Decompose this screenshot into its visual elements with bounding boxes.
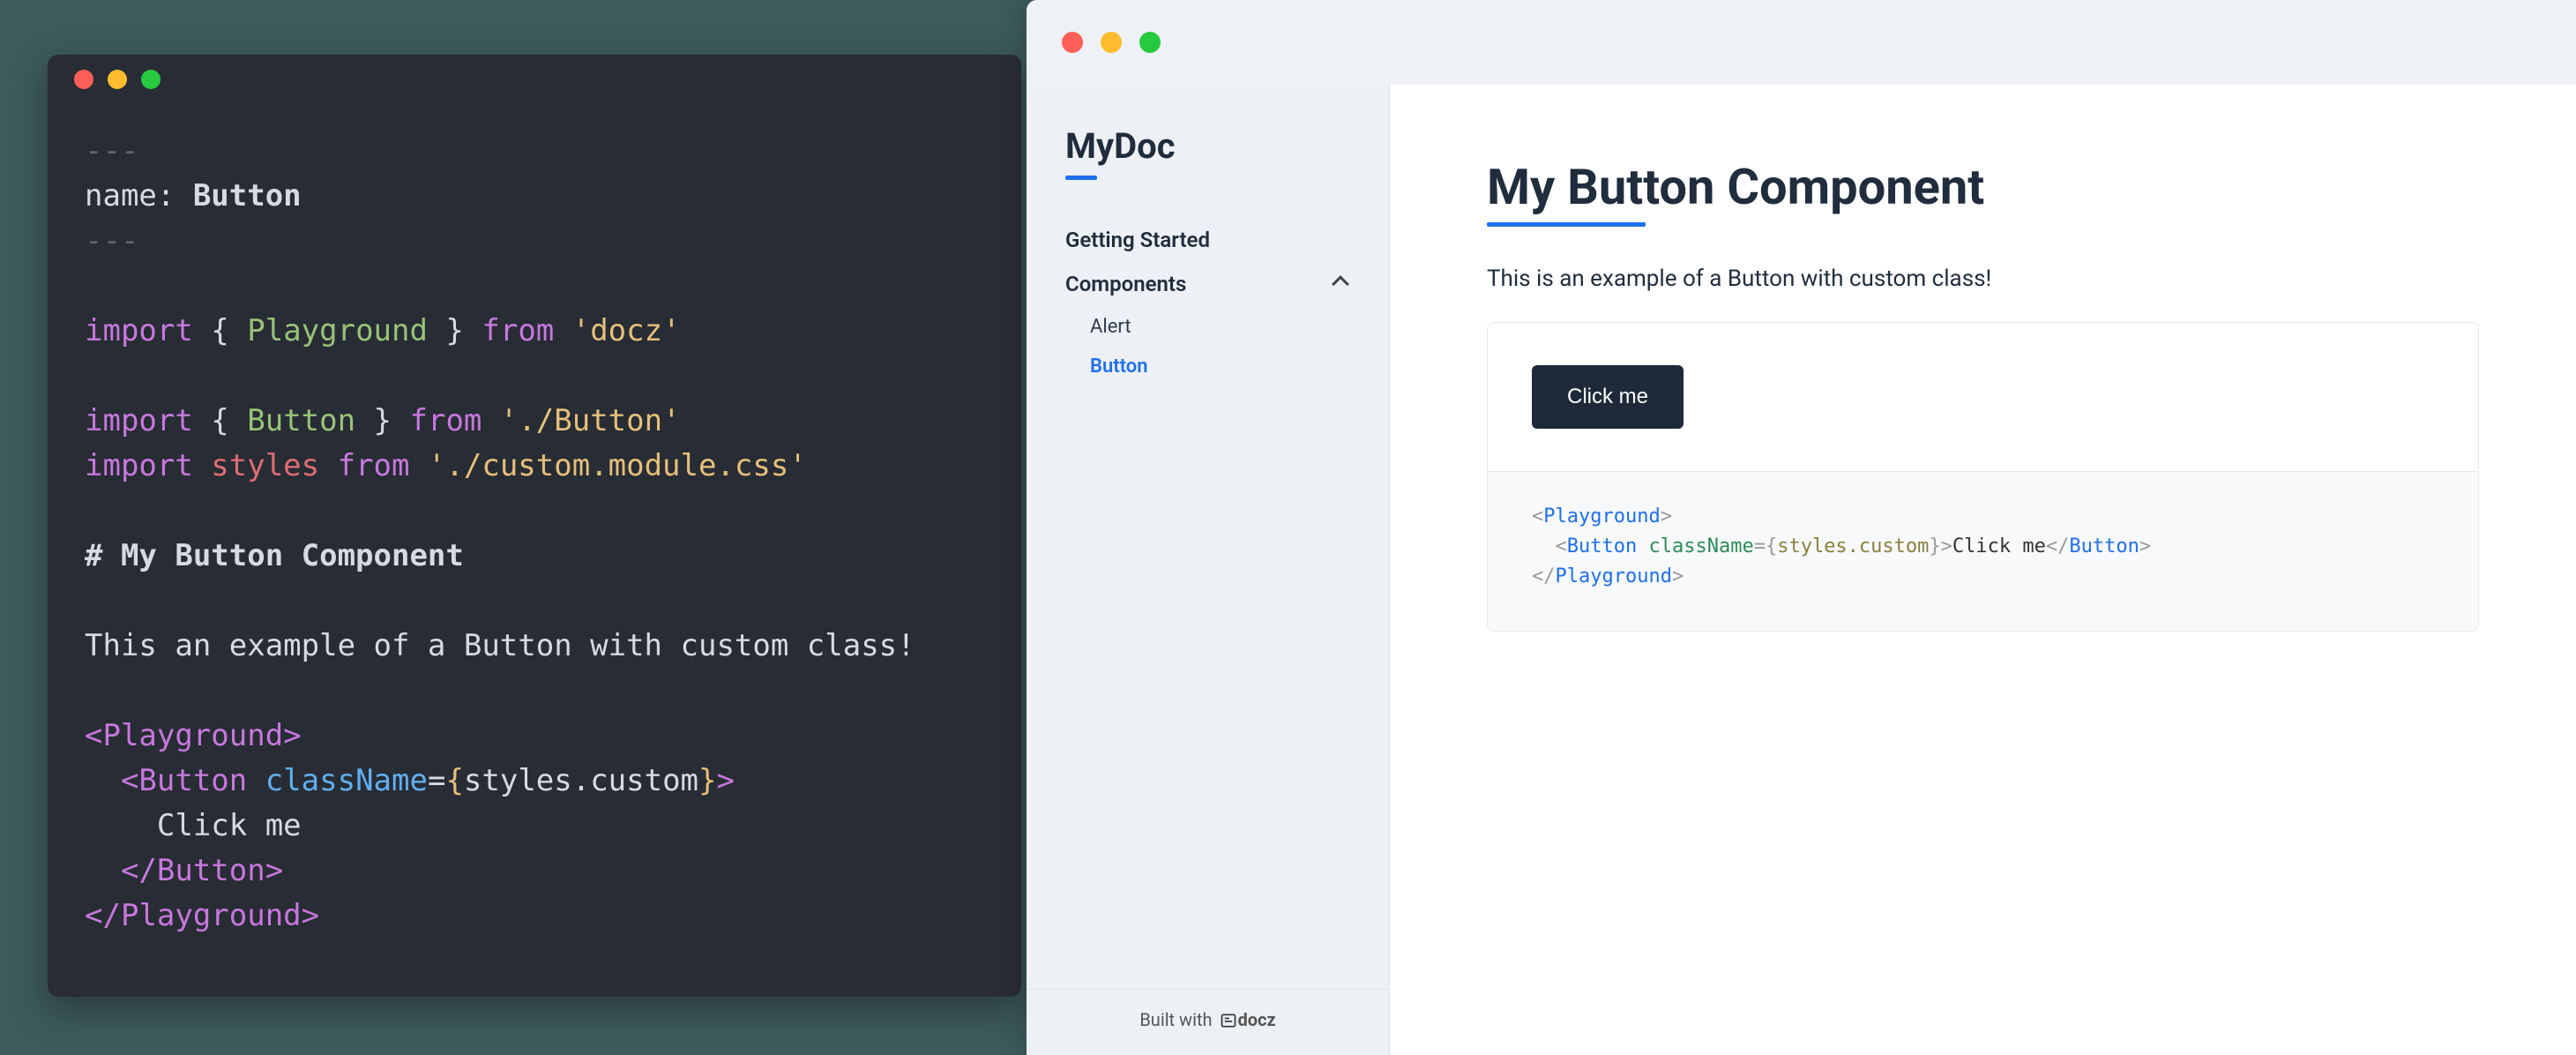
- docz-titlebar: [1027, 0, 2576, 85]
- import-name: Button: [247, 403, 355, 438]
- frontmatter-value: Button: [175, 178, 301, 213]
- maximize-icon[interactable]: [1139, 32, 1161, 53]
- jsx-attr: className: [1648, 535, 1753, 557]
- keyword-import: import: [85, 448, 193, 483]
- brace: }: [428, 313, 482, 348]
- bracket: </: [2046, 535, 2070, 557]
- close-icon[interactable]: [74, 70, 93, 89]
- import-source: 'docz': [554, 313, 680, 348]
- sidebar-item-alert[interactable]: Alert: [1027, 316, 1389, 338]
- jsx-tag: Playground: [1556, 565, 1672, 587]
- sidebar-item-label: Getting Started: [1065, 228, 1210, 252]
- keyword-import: import: [85, 313, 193, 348]
- jsx-close-tag: </Playground>: [85, 898, 319, 933]
- keyword-from: from: [482, 313, 554, 348]
- import-source: './custom.module.css': [409, 448, 806, 483]
- frontmatter-delim: ---: [85, 133, 138, 168]
- close-icon[interactable]: [1062, 32, 1083, 53]
- brace: {: [193, 403, 247, 438]
- keyword-import: import: [85, 403, 193, 438]
- indent: [85, 808, 157, 843]
- jsx-close-bracket: >: [717, 763, 735, 798]
- sidebar-item-components[interactable]: Components: [1027, 272, 1389, 296]
- indent: [85, 853, 121, 888]
- jsx-tag: Playground: [1543, 505, 1660, 528]
- brace: {: [193, 313, 247, 348]
- jsx-expr: styles.custom: [1777, 535, 1929, 557]
- docz-logo-icon: [1220, 1012, 1237, 1029]
- chevron-up-icon: [1332, 275, 1349, 293]
- bracket: >: [2139, 535, 2151, 557]
- equals: =: [1754, 535, 1766, 557]
- maximize-icon[interactable]: [141, 70, 161, 89]
- sidebar: MyDoc Getting Started Components Alert B…: [1027, 85, 1390, 1055]
- indent: [85, 763, 121, 798]
- jsx-open-tag: <Button: [121, 763, 265, 798]
- jsx-close-tag: </Button>: [121, 853, 283, 888]
- frontmatter-delim: ---: [85, 223, 138, 258]
- equals: =: [428, 763, 445, 798]
- footer-brand: docz: [1237, 1009, 1275, 1030]
- markdown-text: This an example of a Button with custom …: [85, 628, 915, 663]
- site-title[interactable]: MyDoc: [1027, 125, 1214, 176]
- brace: {: [445, 763, 463, 798]
- playground: Click me <Playground> <Button className=…: [1487, 322, 2479, 632]
- content-area: My Button Component This is an example o…: [1390, 85, 2576, 1055]
- space: [1637, 535, 1648, 557]
- indent: [1532, 535, 1556, 557]
- playground-code[interactable]: <Playground> <Button className={styles.c…: [1488, 471, 2478, 631]
- import-name: Playground: [247, 313, 428, 348]
- jsx-attr: className: [265, 763, 428, 798]
- brace: }: [355, 403, 409, 438]
- jsx-tag: Button: [1567, 535, 1637, 557]
- click-me-button[interactable]: Click me: [1532, 365, 1684, 429]
- title-underline: [1065, 176, 1097, 180]
- jsx-expr: styles.custom: [464, 763, 698, 798]
- page-title: My Button Component: [1487, 161, 1984, 228]
- import-source: './Button': [482, 403, 680, 438]
- bracket: <: [1556, 535, 1567, 557]
- keyword-from: from: [338, 448, 410, 483]
- footer-text: Built with: [1139, 1009, 1216, 1030]
- frontmatter-key: name:: [85, 178, 175, 213]
- playground-preview: Click me: [1488, 323, 2478, 471]
- bracket: <: [1532, 505, 1543, 528]
- code-editor-content[interactable]: --- name: Button --- import { Playground…: [48, 104, 1021, 974]
- bracket: >: [1941, 535, 1953, 557]
- jsx-text: Click me: [1953, 535, 2046, 557]
- bracket: >: [1661, 505, 1672, 528]
- docz-window: MyDoc Getting Started Components Alert B…: [1027, 0, 2576, 1055]
- markdown-heading: # My Button Component: [85, 538, 464, 573]
- code-editor-window: --- name: Button --- import { Playground…: [48, 55, 1021, 997]
- brace: {: [1766, 535, 1777, 557]
- minimize-icon[interactable]: [108, 70, 127, 89]
- keyword-from: from: [410, 403, 482, 438]
- sidebar-item-getting-started[interactable]: Getting Started: [1027, 228, 1389, 252]
- jsx-tag: Button: [2069, 535, 2139, 557]
- sidebar-footer: Built with docz: [1027, 989, 1389, 1055]
- jsx-open-tag: <Playground>: [85, 718, 302, 753]
- brace: }: [1929, 535, 1940, 557]
- page-description: This is an example of a Button with cust…: [1487, 266, 2479, 292]
- brace: }: [698, 763, 716, 798]
- sidebar-item-button[interactable]: Button: [1027, 355, 1389, 378]
- bracket: </: [1532, 565, 1556, 587]
- jsx-text: Click me: [157, 808, 302, 843]
- editor-titlebar: [48, 55, 1021, 104]
- import-default: styles: [193, 448, 338, 483]
- minimize-icon[interactable]: [1101, 32, 1122, 53]
- sidebar-item-label: Components: [1065, 272, 1186, 296]
- bracket: >: [1672, 565, 1684, 587]
